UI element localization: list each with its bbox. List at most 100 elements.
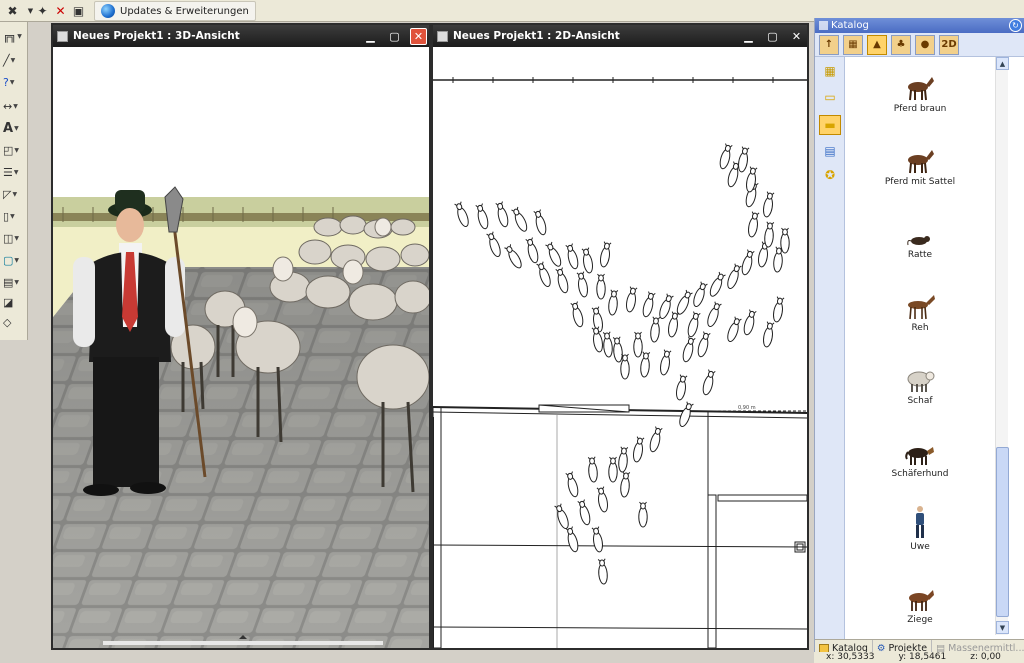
sheep-symbol (591, 526, 603, 553)
sheep-symbol (587, 456, 598, 483)
catalog-scrollbar[interactable]: ▲ ▼ (995, 57, 1009, 635)
door-tool-icon[interactable]: ◰ ▼ (3, 142, 25, 159)
terrain-icon[interactable]: ▲ (867, 34, 887, 55)
sheep-icon (900, 359, 940, 393)
sheep-symbol (633, 436, 645, 463)
catalog-item-label: Ratte (907, 250, 933, 260)
scroll-up-icon[interactable]: ▲ (996, 57, 1009, 70)
stairs-tool-icon[interactable]: ☰ ▼ (3, 164, 25, 181)
eraser-tool-icon[interactable]: ◇ (3, 314, 25, 331)
catalog-icon (819, 21, 828, 30)
window-3d-titlebar[interactable]: Neues Projekt1 : 3D-Ansicht ▁ ▢ ✕ (53, 25, 429, 47)
catalog-item-label: Schäferhund (891, 469, 949, 479)
sheep-symbol (533, 209, 547, 236)
window-2d-icon (437, 30, 448, 42)
sheep-symbol (773, 296, 785, 323)
refresh-icon[interactable]: ↻ (1009, 19, 1022, 32)
sheep-symbol (650, 316, 661, 343)
catalog-item[interactable]: Reh (845, 282, 995, 355)
person-folder-icon[interactable]: ✪ (819, 165, 841, 185)
close-icon[interactable]: ✕ (410, 27, 427, 45)
line-tool-icon[interactable]: ╱ ▼ (3, 52, 25, 69)
sheep-symbol (642, 291, 656, 318)
dimension-label: 0,90 m (738, 405, 756, 411)
viewport-2d[interactable]: 0,90 m (433, 47, 807, 648)
scene-3d (53, 47, 429, 648)
delete-icon[interactable]: ✕ (52, 2, 69, 19)
wall-tool-icon[interactable]: ╔╗ ▼ (3, 28, 25, 45)
column-tool-icon[interactable]: ▯ ▼ (3, 208, 25, 225)
text-tool-icon[interactable]: A ▼ (3, 120, 25, 137)
sheep-symbol (693, 281, 708, 308)
sphere-icon[interactable]: ● (915, 34, 935, 55)
dimension-tool-icon[interactable]: ↔ ▼ (3, 98, 25, 115)
sheep-symbol (511, 206, 528, 232)
sheep-symbol (709, 271, 726, 297)
floor-tool-icon[interactable]: ◪ (3, 294, 25, 311)
catalog-item[interactable]: Ziege (845, 574, 995, 639)
sheep-symbol (495, 201, 509, 228)
tools-icon[interactable]: ✖ (4, 2, 21, 19)
catalog-item[interactable]: Pferd braun (845, 63, 995, 136)
scroll-thumb[interactable] (996, 447, 1009, 617)
left-toolbar: ╔╗ ▼ ╱ ▼ ? ▼ ↔ ▼ A ▼ ◰ ▼ ☰ ▼ ◸ ▼ ▯ ▼ ◫ ▼ ▢ ▼ ▤ ▼ ◪ ◇ (0, 22, 28, 340)
query-tool-icon[interactable]: ? ▼ (3, 74, 25, 91)
slab-tool-icon[interactable]: ▤ ▼ (3, 274, 25, 291)
roof-tool-icon[interactable]: ◸ ▼ (3, 186, 25, 203)
minimize-icon[interactable]: ▁ (740, 28, 757, 45)
sheep-symbol (602, 331, 613, 358)
catalog-item[interactable]: Pferd mit Sattel (845, 136, 995, 209)
catalog-item[interactable]: Ratte (845, 209, 995, 282)
window-3d-icon (57, 30, 68, 42)
sheep-symbol (649, 426, 663, 453)
minimize-icon[interactable]: ▁ (362, 28, 379, 45)
open-folder-icon[interactable]: ▭ (819, 87, 841, 107)
updates-button[interactable]: Updates & Erweiterungen (94, 1, 256, 21)
sheep-symbol (608, 456, 618, 483)
viewport-3d[interactable] (53, 47, 429, 648)
export-icon[interactable]: ▣ (70, 2, 87, 19)
2d-symbols-tab[interactable]: 2D (939, 34, 959, 55)
up-folder-icon[interactable]: ↑ (819, 34, 839, 55)
room-tool-icon[interactable]: ▢ ▼ (3, 252, 25, 269)
sheep-symbol (660, 349, 672, 376)
catalog-item[interactable]: Schaf (845, 355, 995, 428)
sheep-symbol (748, 211, 760, 238)
sheep-symbol (682, 336, 696, 363)
catalog-item[interactable]: Schäferhund (845, 428, 995, 501)
folder-icon[interactable]: ▬ (819, 115, 841, 135)
floor-plan: 0,90 m (433, 77, 807, 648)
maximize-icon[interactable]: ▢ (764, 28, 781, 45)
scroll-down-icon[interactable]: ▼ (996, 621, 1009, 634)
sheep-symbol (640, 351, 651, 378)
maximize-icon[interactable]: ▢ (386, 28, 403, 45)
sheep-symbol (697, 331, 711, 358)
sheep-symbol (668, 311, 680, 338)
catalog-title: Katalog (831, 20, 869, 31)
tree-icon[interactable]: ▤ (819, 141, 841, 161)
window-2d-titlebar[interactable]: Neues Projekt1 : 2D-Ansicht ▁ ▢ ✕ (433, 25, 807, 47)
sheep-symbol (738, 146, 750, 173)
sheep-symbol (576, 271, 588, 298)
sheep-symbol (475, 203, 489, 230)
sheep-symbol (741, 249, 755, 276)
sheep-symbol (638, 501, 648, 528)
furniture-icon[interactable]: ▦ (843, 34, 863, 55)
window-tool-icon[interactable]: ◫ ▼ (3, 230, 25, 247)
catalog-item[interactable]: Uwe (845, 501, 995, 574)
wand-icon[interactable]: ✦ (34, 2, 51, 19)
close-icon[interactable]: ✕ (788, 28, 805, 45)
catalog-item-label: Ziege (907, 615, 933, 625)
catalog-list: Pferd braun Pferd mit Sattel Ratte Reh Schaf… (845, 57, 995, 639)
person-icon (900, 505, 940, 539)
sheep-symbol (727, 316, 742, 343)
sheep-symbol (581, 247, 593, 274)
sheep-symbol (633, 331, 643, 358)
sheep-symbol (565, 243, 579, 270)
rat-icon (900, 213, 940, 247)
grid-folder-icon[interactable]: ▦ (819, 61, 841, 81)
sheep-symbol (743, 309, 757, 336)
sheep-symbol (763, 321, 775, 348)
deer-icon (900, 286, 940, 320)
plants-icon[interactable]: ♣ (891, 34, 911, 55)
